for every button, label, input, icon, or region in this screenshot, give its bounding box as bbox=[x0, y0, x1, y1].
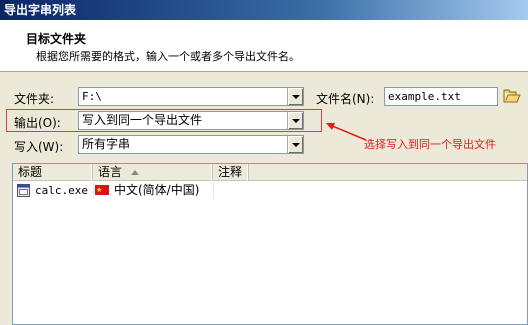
executable-icon bbox=[17, 184, 30, 197]
output-label: 输出(O): bbox=[14, 116, 61, 130]
filename-field[interactable] bbox=[384, 87, 498, 106]
row-language-cell: 中文(简体/中国) bbox=[95, 182, 213, 199]
annotation-text: 选择写入到同一个导出文件 bbox=[364, 138, 496, 151]
window-title: 导出字串列表 bbox=[0, 0, 528, 20]
sort-ascending-icon bbox=[131, 170, 139, 175]
chevron-down-icon[interactable] bbox=[287, 112, 303, 129]
column-header-language-label: 语言 bbox=[98, 165, 123, 179]
output-select[interactable]: 写入到同一个导出文件 bbox=[78, 111, 304, 130]
folder-label: 文件夹: bbox=[14, 92, 55, 106]
annotation-arrow-icon bbox=[326, 123, 367, 141]
chevron-down-icon[interactable] bbox=[287, 136, 303, 153]
column-separator bbox=[213, 182, 214, 199]
header-subtitle: 根据您所需要的格式，输入一个或者多个导出文件名。 bbox=[36, 50, 300, 63]
column-header-note[interactable]: 注释 bbox=[213, 164, 249, 181]
strings-list-view[interactable]: 标题 语言 注释 calc.exe 中文(简体/中国) bbox=[12, 163, 528, 325]
folder-value: F:\ bbox=[82, 90, 102, 103]
chevron-down-icon[interactable] bbox=[287, 88, 303, 105]
folder-select[interactable]: F:\ bbox=[78, 87, 304, 106]
write-value: 所有字串 bbox=[82, 137, 131, 151]
column-separator bbox=[93, 182, 94, 199]
filename-input[interactable] bbox=[385, 88, 497, 105]
row-title: calc.exe bbox=[35, 184, 88, 197]
column-header-language[interactable]: 语言 bbox=[93, 164, 213, 181]
open-folder-icon[interactable] bbox=[503, 88, 521, 104]
table-row[interactable]: calc.exe 中文(简体/中国) bbox=[13, 182, 527, 199]
column-header-title[interactable]: 标题 bbox=[13, 164, 93, 181]
list-header: 标题 语言 注释 bbox=[13, 164, 527, 181]
china-flag-icon bbox=[95, 182, 109, 199]
filename-label: 文件名(N): bbox=[316, 92, 375, 106]
wizard-header: 目标文件夹 根据您所需要的格式，输入一个或者多个导出文件名。 bbox=[0, 20, 528, 72]
output-value: 写入到同一个导出文件 bbox=[82, 113, 203, 127]
write-label: 写入(W): bbox=[14, 140, 64, 154]
row-language: 中文(简体/中国) bbox=[114, 183, 200, 197]
header-title: 目标文件夹 bbox=[26, 32, 87, 46]
write-select[interactable]: 所有字串 bbox=[78, 135, 304, 154]
